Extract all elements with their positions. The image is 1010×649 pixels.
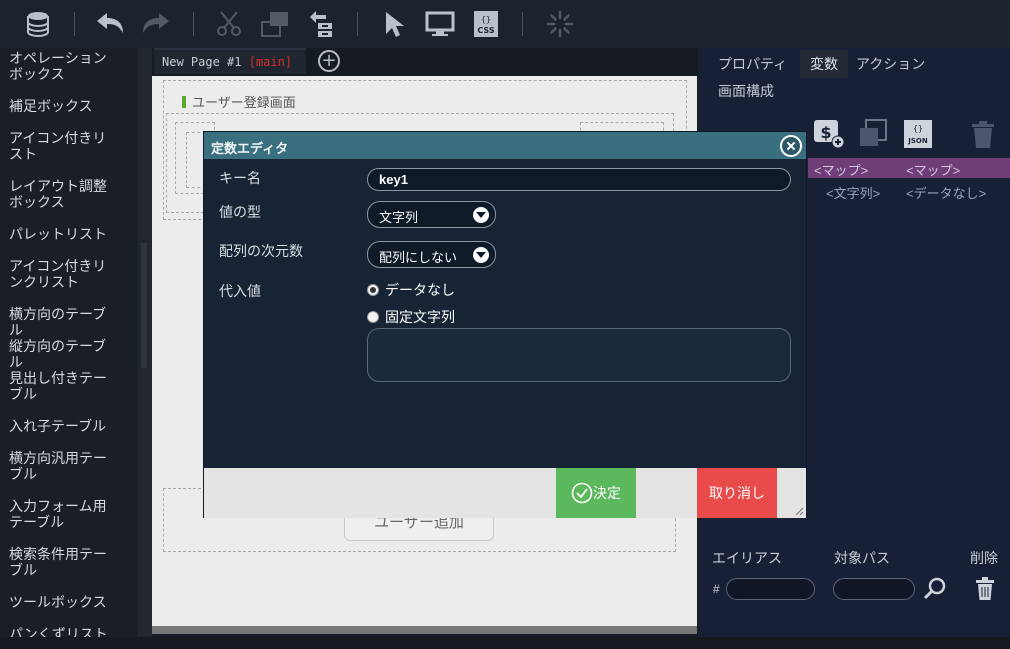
tab-screen-structure[interactable]: 画面構成 <box>708 77 784 105</box>
alias-input[interactable] <box>726 578 815 600</box>
variable-type-cell: <文字列> <box>826 186 881 201</box>
delete-header: 削除 <box>970 550 998 566</box>
target-path-header: 対象パス <box>834 550 890 566</box>
toolbar-divider <box>522 12 523 36</box>
variable-value-cell: <マップ> <box>906 163 961 178</box>
toolbar-divider <box>74 12 75 36</box>
screen-label-text: ユーザー登録画面 <box>192 95 296 110</box>
add-page-button[interactable]: + <box>318 50 340 72</box>
chevron-down-icon <box>473 247 489 263</box>
radio-no-data-label: データなし <box>385 282 455 298</box>
undo-icon[interactable] <box>94 8 126 40</box>
hash-prefix: # <box>713 582 720 596</box>
variable-value-cell: <データなし> <box>906 186 987 201</box>
key-name-label: キー名 <box>219 170 261 186</box>
status-strip <box>0 637 1010 649</box>
target-path-input[interactable] <box>833 578 915 600</box>
monitor-icon[interactable] <box>424 8 456 40</box>
array-dimension-select[interactable]: 配列にしない <box>367 241 496 268</box>
cancel-button[interactable]: 取り消し <box>697 468 777 518</box>
redo-icon[interactable] <box>140 8 172 40</box>
component-sidebar: オペレーションボックス 補足ボックス アイコン付きリスト レイアウト調整ボックス… <box>0 48 138 637</box>
sidebar-item[interactable]: 横方向汎用テーブル <box>0 450 138 482</box>
tab-variables[interactable]: 変数 <box>800 50 848 78</box>
canvas-hscrollbar[interactable] <box>152 626 697 634</box>
sidebar-item[interactable]: 横方向のテーブル <box>0 306 138 338</box>
sidebar-item[interactable]: レイアウト調整ボックス <box>0 178 138 210</box>
delete-alias-icon[interactable] <box>974 576 996 606</box>
ok-button-label: 決定 <box>593 485 621 501</box>
value-type-selected: 文字列 <box>379 210 419 225</box>
tab-actions[interactable]: アクション <box>846 50 935 78</box>
upload-tree-icon[interactable] <box>305 8 337 40</box>
dialog-footer: 決定 取り消し <box>204 468 806 518</box>
check-circle-icon <box>571 482 593 504</box>
constant-editor-dialog: 定数エディタ キー名 key1 値の型 文字列 配列の次元数 配列にしない 代入… <box>203 131 807 518</box>
array-dimension-selected: 配列にしない <box>379 250 458 265</box>
copy-layout-icon[interactable] <box>259 8 291 40</box>
resize-grip-icon[interactable] <box>794 506 804 516</box>
screen-label: ユーザー登録画面 <box>182 92 296 111</box>
json-badge-text: JSON <box>907 137 928 145</box>
value-type-select[interactable]: 文字列 <box>367 201 496 228</box>
select-pointer-icon[interactable] <box>378 8 410 40</box>
page-tab-branch: [main] <box>248 55 293 69</box>
radio-fixed-string[interactable]: 固定文字列 <box>367 307 455 327</box>
json-icon[interactable]: {} JSON <box>902 118 936 150</box>
sidebar-item[interactable]: 縦方向のテーブル <box>0 338 138 370</box>
fixed-string-textarea[interactable] <box>367 328 791 382</box>
sidebar-item[interactable]: ツールボックス <box>0 594 125 610</box>
cut-icon[interactable] <box>213 8 245 40</box>
alias-header: エイリアス <box>712 550 782 566</box>
svg-text:$: $ <box>820 123 831 142</box>
value-type-label: 値の型 <box>219 204 261 220</box>
radio-no-data[interactable]: データなし <box>367 280 455 300</box>
scrollbar-thumb[interactable] <box>141 243 147 368</box>
add-variable-icon[interactable]: $ <box>812 118 846 150</box>
sidebar-item[interactable]: 入力フォーム用テーブル <box>0 498 138 530</box>
radio-fixed-string-label: 固定文字列 <box>385 309 455 325</box>
close-icon[interactable] <box>780 135 802 157</box>
tab-properties[interactable]: プロパティ <box>708 50 797 78</box>
toolbar-divider <box>193 12 194 36</box>
page-tab-label: New Page #1 <box>162 55 242 69</box>
sidebar-item[interactable]: パンくずリスト <box>0 626 126 637</box>
sidebar-item[interactable]: 補足ボックス <box>0 98 111 114</box>
loading-spinner-icon <box>544 8 576 40</box>
key-name-input[interactable]: key1 <box>367 168 791 191</box>
svg-text:{}: {} <box>481 15 491 24</box>
dialog-title: 定数エディタ <box>204 132 806 159</box>
sidebar-scrollbar[interactable] <box>138 48 152 637</box>
chevron-down-icon <box>473 207 489 223</box>
variable-type-cell: <マップ> <box>814 163 869 178</box>
sidebar-item[interactable]: アイコン付きリスト <box>0 130 138 162</box>
copy-variable-icon[interactable] <box>856 118 890 150</box>
sidebar-item[interactable]: 見出し付きテーブル <box>0 370 138 402</box>
radio-button[interactable] <box>367 284 379 296</box>
ok-button[interactable]: 決定 <box>556 468 636 518</box>
sidebar-item[interactable]: パレットリスト <box>0 226 125 242</box>
assigned-value-label: 代入値 <box>219 283 261 299</box>
search-icon[interactable] <box>922 576 948 606</box>
sidebar-item[interactable]: 検索条件用テーブル <box>0 546 138 578</box>
page-tab[interactable]: New Page #1 [main] <box>154 48 306 74</box>
main-toolbar: {} CSS <box>0 0 1010 48</box>
array-dimension-label: 配列の次元数 <box>219 243 303 259</box>
toolbar-divider <box>357 12 358 36</box>
trash-icon[interactable] <box>966 118 1000 150</box>
sidebar-item[interactable]: オペレーションボックス <box>0 50 138 82</box>
sidebar-item[interactable]: 入れ子テーブル <box>0 418 124 434</box>
database-icon[interactable] <box>22 8 54 40</box>
css-icon[interactable]: {} CSS <box>470 8 502 40</box>
css-badge-text: CSS <box>477 26 494 35</box>
svg-text:{}: {} <box>913 124 923 133</box>
radio-button[interactable] <box>367 311 379 323</box>
sidebar-item[interactable]: アイコン付きリンクリスト <box>0 258 138 290</box>
